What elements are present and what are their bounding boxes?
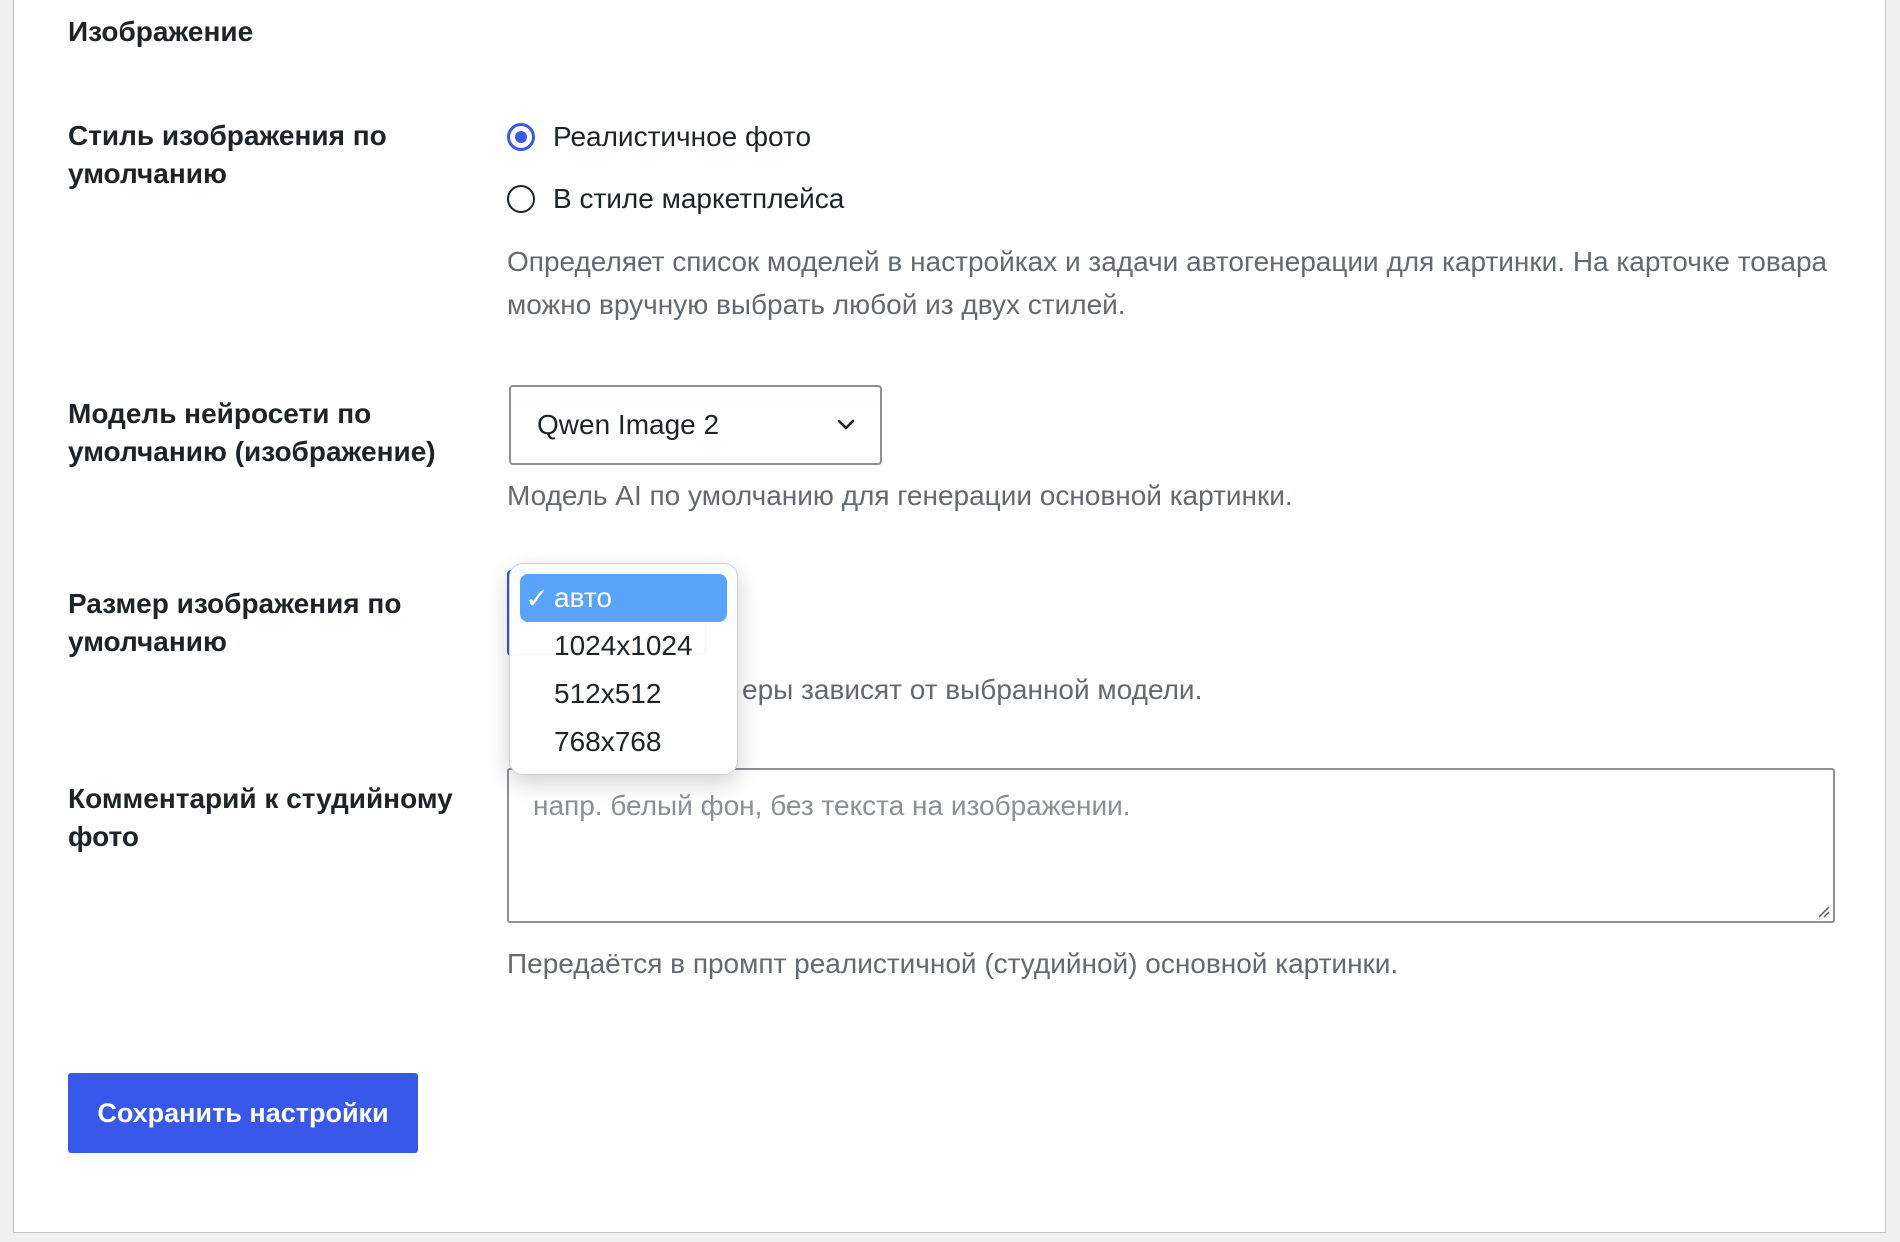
radio-option-realistic[interactable]: Реалистичное фото — [507, 117, 811, 157]
size-field-description: еры зависят от выбранной модели. — [742, 674, 1203, 705]
comment-field-label: Комментарий к студийному фото — [68, 783, 453, 852]
dropdown-option-label: 768x768 — [554, 726, 662, 757]
size-field-label: Размер изображения по умолчанию — [68, 588, 402, 657]
style-field-label: Стиль изображения по умолчанию — [68, 120, 387, 189]
model-field-description: Модель AI по умолчанию для генерации осн… — [507, 480, 1293, 511]
dropdown-option-512[interactable]: 512x512 — [520, 670, 727, 718]
comment-placeholder: напр. белый фон, без текста на изображен… — [533, 790, 1131, 821]
dropdown-option-768[interactable]: 768x768 — [520, 718, 727, 766]
save-settings-button[interactable]: Сохранить настройки — [68, 1073, 418, 1153]
comment-field-description: Передаётся в промпт реалистичной (студий… — [507, 948, 1399, 979]
dropdown-option-label: авто — [554, 582, 612, 613]
comment-textarea[interactable]: напр. белый фон, без текста на изображен… — [507, 768, 1835, 923]
checkmark-icon: ✓ — [525, 582, 549, 614]
radio-label-realistic[interactable]: Реалистичное фото — [553, 121, 811, 153]
model-select-value: Qwen Image 2 — [537, 409, 720, 440]
settings-panel: Изображение Стиль изображения по умолчан… — [13, 0, 1886, 1233]
section-title: Изображение — [68, 16, 254, 47]
resize-handle-icon[interactable] — [1814, 902, 1830, 918]
model-select[interactable]: Qwen Image 2 — [509, 385, 882, 465]
size-dropdown-menu: ✓ авто 1024x1024 512x512 768x768 — [509, 563, 738, 775]
dropdown-option-1024[interactable]: 1024x1024 — [520, 622, 727, 670]
dropdown-option-label: 512x512 — [554, 678, 662, 709]
radio-label-marketplace[interactable]: В стиле маркетплейса — [553, 183, 844, 215]
chevron-down-icon — [837, 419, 855, 430]
radio-button-realistic[interactable] — [507, 123, 535, 151]
dropdown-option-label: 1024x1024 — [554, 630, 693, 661]
radio-option-marketplace[interactable]: В стиле маркетплейса — [507, 179, 844, 219]
model-field-label: Модель нейросети по умолчанию (изображен… — [68, 398, 436, 467]
style-field-description: Определяет список моделей в настройках и… — [507, 246, 1828, 320]
dropdown-option-auto[interactable]: ✓ авто — [520, 574, 727, 622]
radio-button-marketplace[interactable] — [507, 185, 535, 213]
